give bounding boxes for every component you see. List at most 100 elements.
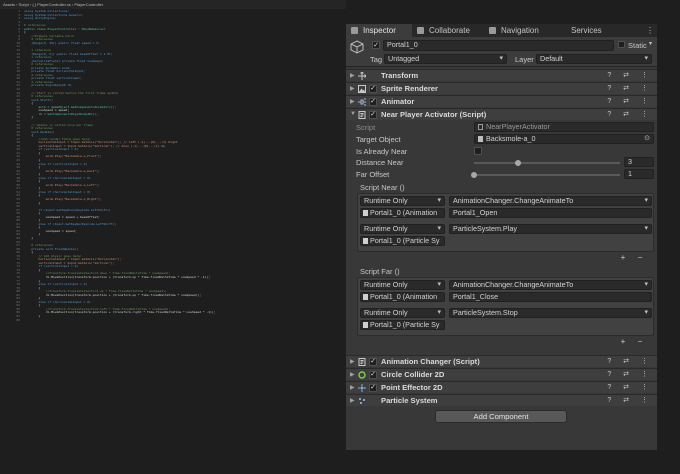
enabled-checkbox[interactable]: ✓	[369, 111, 377, 119]
runtime-mode-dropdown[interactable]: Runtime Only	[360, 196, 445, 206]
gameobject-icon	[478, 136, 483, 142]
static-dropdown-icon[interactable]: ▾	[649, 40, 652, 47]
target-object-field[interactable]: Portal1_0 (Animation	[360, 208, 445, 218]
static-checkbox[interactable]	[618, 41, 625, 48]
component-title: Near Player Activator (Script)	[381, 110, 487, 119]
line-number: 88	[16, 317, 20, 322]
info-icon	[351, 27, 358, 34]
component-animation-changer[interactable]: ▶ ✓ Animation Changer (Script) ? ⇄ ⋮	[346, 355, 657, 367]
expand-arrow-icon[interactable]: ▶	[350, 72, 355, 79]
expand-arrow-icon[interactable]: ▶	[350, 98, 355, 105]
component-tools[interactable]: ? ⇄ ⋮	[607, 84, 653, 92]
expand-arrow-icon[interactable]: ▶	[350, 384, 355, 391]
target-object-field[interactable]: Backsmole-a_0 ⊙	[474, 134, 654, 144]
component-tools[interactable]: ? ⇄ ⋮	[607, 383, 653, 391]
runtime-mode-dropdown[interactable]: Runtime Only	[360, 308, 445, 318]
runtime-mode-dropdown[interactable]: Runtime Only	[360, 224, 445, 234]
is-already-near-checkbox[interactable]	[474, 147, 482, 155]
component-tools[interactable]: ? ⇄ ⋮	[607, 357, 653, 365]
remove-event-button[interactable]: −	[633, 337, 647, 346]
cloud-icon	[417, 27, 424, 34]
component-title: Circle Collider 2D	[381, 370, 445, 379]
tab-label: Inspector	[363, 26, 396, 35]
code-line[interactable]: 88	[0, 317, 346, 323]
tab-label: Collaborate	[429, 26, 470, 35]
component-transform[interactable]: ▶ Transform ? ⇄ ⋮	[346, 69, 657, 81]
component-tools[interactable]: ? ⇄ ⋮	[607, 370, 653, 378]
tab-collaborate[interactable]: Collaborate	[412, 24, 484, 37]
component-point-effector[interactable]: ▶ ✓ Point Effector 2D ? ⇄ ⋮	[346, 381, 657, 393]
argument-field[interactable]: Portal1_Close	[449, 292, 652, 302]
target-object-field[interactable]: Portal1_0 (Particle Sy	[360, 320, 445, 330]
target-object-field[interactable]: Portal1_0 (Animation	[360, 292, 445, 302]
distance-near-slider-track[interactable]	[474, 162, 620, 164]
function-dropdown[interactable]: ParticleSystem.Stop	[449, 308, 652, 318]
enabled-checkbox[interactable]: ✓	[369, 384, 377, 392]
breadcrumb[interactable]: Assets › Script › { } PlayerController.c…	[0, 0, 346, 9]
enabled-checkbox[interactable]: ✓	[369, 358, 377, 366]
add-event-button[interactable]: +	[616, 337, 630, 346]
component-tools[interactable]: ? ⇄ ⋮	[607, 396, 653, 404]
distance-near-value[interactable]: 3	[624, 157, 654, 167]
tab-inspector[interactable]: Inspector	[346, 24, 412, 37]
runtime-mode-dropdown[interactable]: Runtime Only	[360, 280, 445, 290]
object-picker-icon[interactable]: ⊙	[644, 135, 650, 143]
tag-dropdown[interactable]: Untagged	[384, 54, 507, 64]
remove-event-button[interactable]: −	[633, 253, 647, 262]
expand-arrow-icon[interactable]: ▶	[350, 85, 355, 92]
distance-near-slider-knob[interactable]	[514, 160, 521, 166]
script-field[interactable]: NearPlayerActivator	[474, 122, 654, 132]
point-effector-icon	[358, 384, 366, 392]
active-checkbox[interactable]: ✓	[372, 41, 380, 49]
expand-arrow-icon[interactable]: ▶	[350, 358, 355, 365]
expand-arrow-icon[interactable]: ▶	[350, 397, 355, 404]
component-circle-collider[interactable]: ▶ ✓ Circle Collider 2D ? ⇄ ⋮	[346, 368, 657, 380]
target-object-value: Portal1_0 (Animation	[370, 208, 438, 217]
component-tools[interactable]: ? ⇄ ⋮	[607, 97, 653, 105]
far-offset-slider-track[interactable]	[474, 174, 620, 176]
tab-label: Services	[571, 26, 602, 35]
particle-component-icon	[363, 322, 368, 328]
component-title: Sprite Renderer	[381, 84, 438, 93]
far-offset-value[interactable]: 1	[624, 169, 654, 179]
component-near-player-activator[interactable]: ▼ ✓ Near Player Activator (Script) ? ⇄ ⋮	[346, 108, 657, 120]
component-tools[interactable]: ? ⇄ ⋮	[607, 71, 653, 79]
tab-menu-icon[interactable]: ⋮	[646, 26, 654, 35]
target-object-value: Portal1_0 (Particle Sy	[370, 320, 440, 329]
script-file-icon	[478, 124, 483, 130]
enabled-checkbox[interactable]: ✓	[369, 85, 377, 93]
expand-arrow-icon[interactable]: ▶	[350, 371, 355, 378]
script-icon	[358, 111, 366, 119]
function-dropdown[interactable]: AnimationChanger.ChangeAnimateTo	[449, 280, 652, 290]
is-already-near-label: Is Already Near	[356, 147, 408, 156]
far-offset-slider-knob[interactable]	[471, 172, 477, 178]
tab-navigation[interactable]: Navigation	[484, 24, 554, 37]
enabled-checkbox[interactable]: ✓	[369, 371, 377, 379]
component-tools[interactable]: ? ⇄ ⋮	[607, 110, 653, 118]
component-particle-system[interactable]: ▶ Particle System ? ⇄ ⋮	[346, 394, 657, 406]
object-name-field[interactable]: Portal1_0	[383, 40, 614, 51]
argument-field[interactable]: Portal1_Open	[449, 208, 652, 218]
tab-services[interactable]: Services	[554, 24, 610, 37]
code-editor[interactable]: Assets › Script › { } PlayerController.c…	[0, 0, 346, 474]
inspector-window: Inspector Collaborate Navigation Service…	[346, 24, 657, 450]
transform-icon	[358, 72, 366, 80]
layer-dropdown[interactable]: Default	[536, 54, 652, 64]
add-component-button[interactable]: Add Component	[435, 410, 567, 423]
component-title: Transform	[381, 71, 419, 80]
function-dropdown[interactable]: ParticleSystem.Play	[449, 224, 652, 234]
collapse-arrow-icon[interactable]: ▼	[350, 111, 356, 117]
component-title: Animator	[381, 97, 415, 106]
component-sprite-renderer[interactable]: ▶ ✓ Sprite Renderer ? ⇄ ⋮	[346, 82, 657, 94]
enabled-checkbox[interactable]: ✓	[369, 98, 377, 106]
script-icon	[358, 358, 366, 366]
add-event-button[interactable]: +	[616, 253, 630, 262]
navigation-icon	[489, 27, 496, 34]
circle-collider-icon	[358, 371, 366, 379]
object-header: ✓ Portal1_0 Static ▾ Tag Untagged Layer …	[346, 37, 657, 67]
animation-component-icon	[363, 210, 368, 216]
function-dropdown[interactable]: AnimationChanger.ChangeAnimateTo	[449, 196, 652, 206]
target-object-value: Portal1_0 (Animation	[370, 292, 438, 301]
target-object-field[interactable]: Portal1_0 (Particle Sy	[360, 236, 445, 246]
component-animator[interactable]: ▶ ✓ Animator ? ⇄ ⋮	[346, 95, 657, 107]
